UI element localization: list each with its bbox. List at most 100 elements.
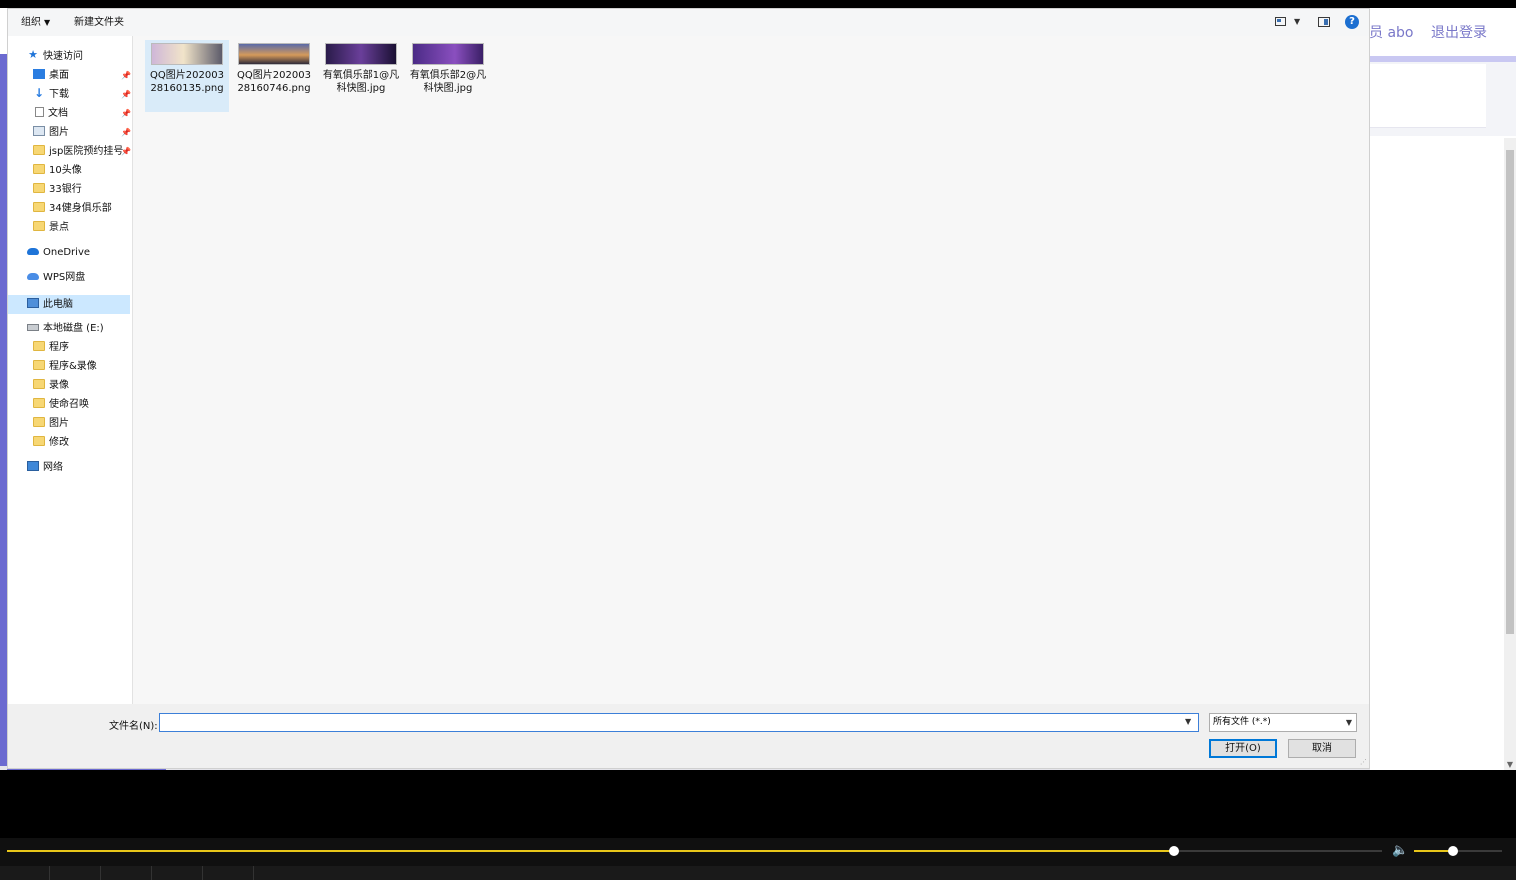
volume-slider[interactable] <box>1414 846 1502 856</box>
folder-icon <box>33 164 45 174</box>
folder-icon <box>33 202 45 212</box>
nav-label: 桌面 <box>49 70 69 81</box>
volume-slider-fill <box>1414 850 1453 852</box>
help-icon[interactable]: ? <box>1345 15 1359 29</box>
player-strip-cell <box>102 866 152 880</box>
folder-icon <box>33 360 45 370</box>
desktop-icon <box>33 69 45 79</box>
file-item[interactable]: 有氧俱乐部1@凡科快图.jpg <box>319 40 403 112</box>
new-folder-button[interactable]: 新建文件夹 <box>74 16 124 30</box>
volume-icon[interactable]: 🔈 <box>1392 843 1408 858</box>
drive-icon <box>27 323 39 331</box>
view-mode-icon[interactable] <box>1275 17 1286 26</box>
chevron-down-icon[interactable]: ▼ <box>1185 717 1191 726</box>
image-thumbnail <box>325 43 397 65</box>
file-name: 有氧俱乐部2@凡科快图.jpg <box>409 70 487 94</box>
player-strip-cell <box>153 866 203 880</box>
nav-label: 网络 <box>43 462 63 473</box>
image-thumbnail <box>238 43 310 65</box>
chevron-down-icon: ▼ <box>44 18 51 27</box>
filename-label: 文件名(N): <box>109 721 158 732</box>
video-player-controls: 🔈 <box>0 838 1516 880</box>
nav-label: 修改 <box>49 437 69 448</box>
nav-label: 程序 <box>49 342 69 353</box>
star-icon: ★ <box>28 48 38 61</box>
background-logout-link[interactable]: 退出登录 <box>1431 22 1487 42</box>
cloud-icon <box>27 247 39 255</box>
nav-label: WPS网盘 <box>43 272 86 283</box>
image-thumbnail <box>412 43 484 65</box>
nav-label: 文档 <box>48 108 68 119</box>
player-strip-cell <box>204 866 254 880</box>
computer-icon <box>27 298 39 308</box>
file-item[interactable]: QQ图片20200328160746.png <box>232 40 316 112</box>
pin-icon: 📌 <box>121 147 131 156</box>
folder-icon <box>33 183 45 193</box>
dialog-bottom-bar: 文件名(N): ▼ 所有文件 (*.*) ▼ 打开(O) 取消 ⋰ <box>8 704 1369 768</box>
pin-icon: 📌 <box>121 128 131 137</box>
nav-label: 程序&录像 <box>49 361 97 372</box>
file-name: 有氧俱乐部1@凡科快图.jpg <box>322 70 400 94</box>
background-panel <box>1370 64 1486 128</box>
view-mode-chevron-icon[interactable]: ▼ <box>1294 17 1300 26</box>
folder-icon <box>33 398 45 408</box>
nav-label: 图片 <box>49 418 69 429</box>
background-content-panel <box>1370 136 1516 770</box>
nav-label: 此电脑 <box>43 299 73 310</box>
background-accent-line <box>1370 56 1516 62</box>
player-bottom-strip <box>0 866 1516 880</box>
file-open-dialog: 组织 ▼ 新建文件夹 ▼ ? ★ 快速访问 桌面 📌 ↓ 下载 📌 文档 📌 图片 📌 <box>7 8 1370 769</box>
filetype-select[interactable]: 所有文件 (*.*) ▼ <box>1209 713 1357 732</box>
open-button[interactable]: 打开(O) <box>1209 739 1277 758</box>
folder-icon <box>33 417 45 427</box>
pin-icon: 📌 <box>121 109 131 118</box>
background-scrollbar-thumb[interactable] <box>1506 150 1514 634</box>
nav-label: 景点 <box>49 222 69 233</box>
dialog-toolbar: 组织 ▼ 新建文件夹 ▼ ? <box>8 9 1369 36</box>
player-strip-cell <box>51 866 101 880</box>
background-sidebar-strip <box>0 54 7 770</box>
scroll-down-icon[interactable]: ▼ <box>1506 760 1514 770</box>
file-item[interactable]: QQ图片20200328160135.png <box>145 40 229 112</box>
nav-label: 10头像 <box>49 165 82 176</box>
nav-label: jsp医院预约挂号 <box>49 146 124 157</box>
folder-icon <box>33 145 45 155</box>
download-icon: ↓ <box>33 86 45 100</box>
file-item[interactable]: 有氧俱乐部2@凡科快图.jpg <box>406 40 490 112</box>
nav-label: OneDrive <box>43 247 91 258</box>
file-name: QQ图片20200328160135.png <box>150 70 224 94</box>
nav-label: 录像 <box>49 380 69 391</box>
seek-bar-handle[interactable] <box>1169 846 1180 856</box>
document-icon <box>35 107 44 117</box>
nav-label: 34健身俱乐部 <box>49 203 112 214</box>
seek-bar[interactable] <box>7 846 1382 856</box>
folder-icon <box>33 436 45 446</box>
pin-icon: 📌 <box>121 90 131 99</box>
filetype-selected-value: 所有文件 (*.*) <box>1213 717 1271 727</box>
image-thumbnail <box>151 43 223 65</box>
file-list-area[interactable]: QQ图片20200328160135.png QQ图片2020032816074… <box>133 36 1369 704</box>
nav-label: 图片 <box>49 127 69 138</box>
folder-icon <box>33 341 45 351</box>
chevron-down-icon: ▼ <box>1345 718 1352 727</box>
volume-slider-handle[interactable] <box>1447 846 1458 856</box>
cancel-button[interactable]: 取消 <box>1288 739 1356 758</box>
organize-button[interactable]: 组织 ▼ <box>21 16 50 30</box>
file-name: QQ图片20200328160746.png <box>237 70 311 94</box>
cloud-icon <box>27 272 39 280</box>
nav-label: 33银行 <box>49 184 82 195</box>
navigation-pane[interactable]: ★ 快速访问 桌面 📌 ↓ 下载 📌 文档 📌 图片 📌 jsp医院预约挂号 📌 1… <box>8 36 133 704</box>
resize-grip-icon[interactable]: ⋰ <box>1360 758 1367 766</box>
pin-icon: 📌 <box>121 71 131 80</box>
player-strip-cell <box>0 866 50 880</box>
seek-bar-fill <box>7 850 1175 852</box>
nav-item-jsp-hospital[interactable]: jsp医院预约挂号 📌 <box>33 142 133 161</box>
nav-label: 使命召唤 <box>49 399 89 410</box>
preview-pane-icon[interactable] <box>1318 17 1330 27</box>
folder-icon <box>33 221 45 231</box>
nav-label: 下载 <box>49 89 69 100</box>
filename-input[interactable] <box>159 713 1199 732</box>
background-scrollbar[interactable]: ▼ <box>1504 138 1516 770</box>
nav-label: 本地磁盘 (E:) <box>43 323 104 334</box>
folder-icon <box>33 379 45 389</box>
